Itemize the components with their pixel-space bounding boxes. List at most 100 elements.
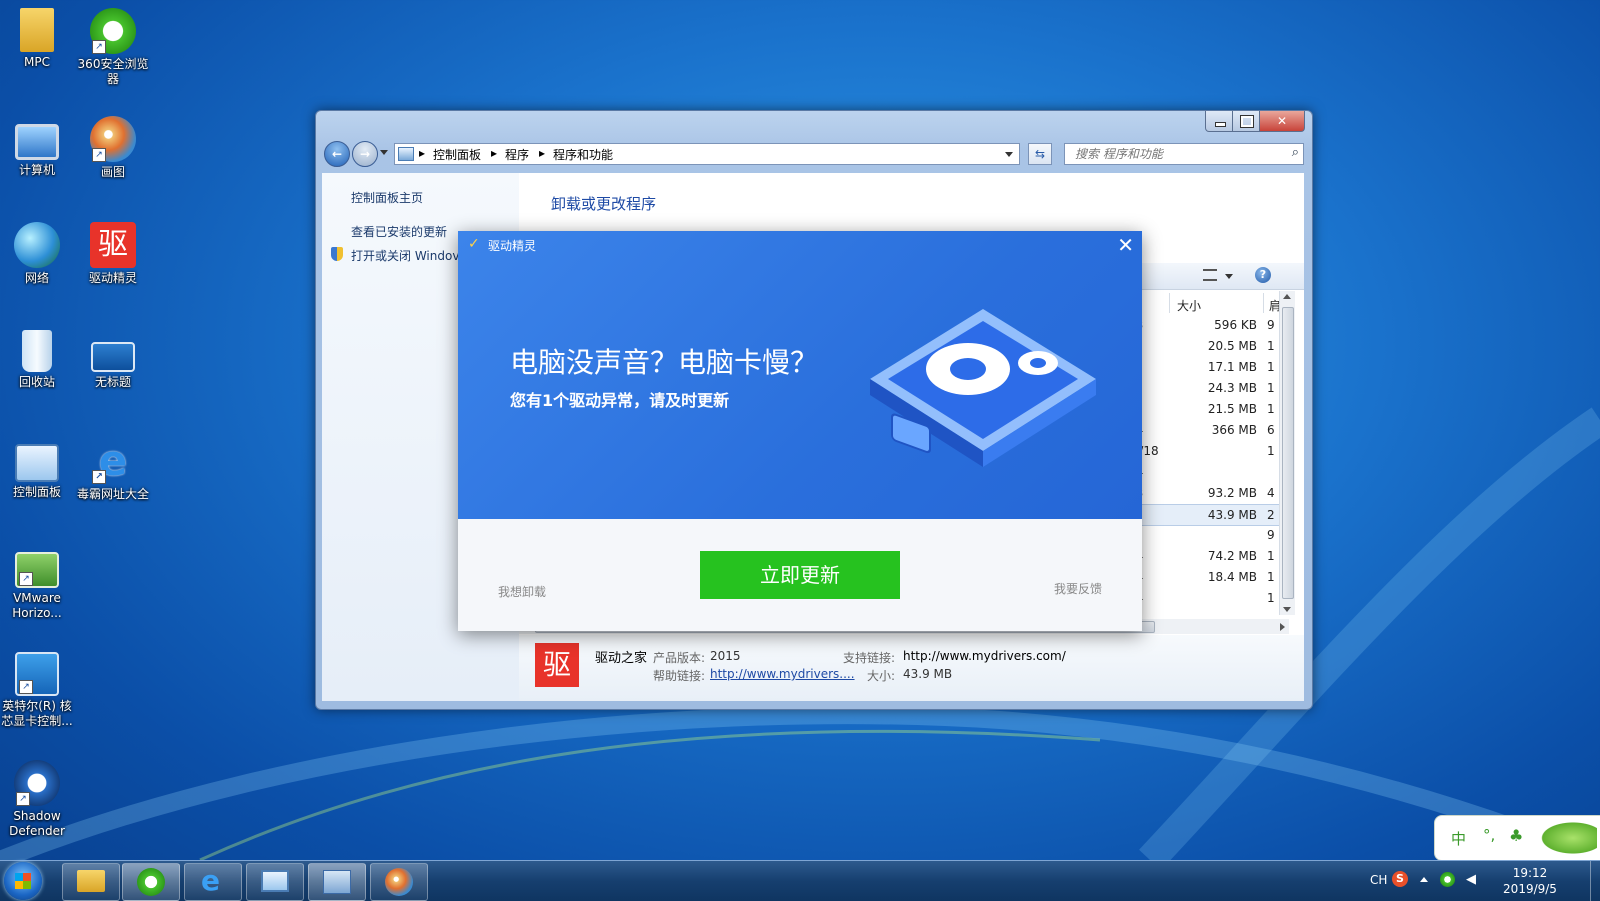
- desktop-icon-duba-nav[interactable]: e ↗ 毒霸网址大全: [76, 438, 150, 502]
- remote-desktop-icon: [91, 342, 135, 372]
- desktop-icon-control-panel[interactable]: 控制面板: [0, 438, 74, 500]
- desktop-icon-label: 无标题: [94, 375, 131, 389]
- control-panel-home-link[interactable]: 控制面板主页: [351, 189, 423, 206]
- back-button[interactable]: ←: [324, 141, 350, 167]
- windows-features-link[interactable]: 打开或关闭 Windov: [351, 247, 459, 264]
- scroll-down-icon[interactable]: [1283, 607, 1291, 612]
- desktop-icon-shadow-defender[interactable]: ↗ Shadow Defender: [0, 760, 74, 839]
- language-indicator[interactable]: CH: [1370, 873, 1387, 887]
- sogou-ime-icon[interactable]: S: [1392, 871, 1408, 887]
- view-options-icon[interactable]: [1203, 269, 1217, 281]
- ie-icon: e: [201, 864, 220, 897]
- size-cell: 366 MB: [1211, 423, 1257, 437]
- popup-headline: 电脑没声音？电脑卡慢？: [510, 346, 819, 379]
- close-icon: ✕: [1276, 114, 1288, 128]
- minimize-button[interactable]: [1205, 111, 1233, 132]
- breadcrumb-programs[interactable]: 程序: [505, 146, 529, 163]
- support-link-label: 支持链接:: [843, 651, 896, 665]
- breadcrumb-control-panel[interactable]: 控制面板: [433, 146, 481, 163]
- column-divider: [1263, 293, 1264, 313]
- maximize-icon: [1240, 115, 1254, 128]
- recycle-bin-icon: [22, 330, 52, 372]
- forward-arrow-icon: →: [359, 147, 371, 161]
- volume-icon[interactable]: ◀: [1466, 872, 1476, 887]
- search-icon[interactable]: ⌕: [1292, 145, 1299, 160]
- show-desktop-button[interactable]: [1590, 861, 1600, 901]
- address-dropdown-icon[interactable]: [1005, 152, 1013, 157]
- desktop-icon-label: 网络: [24, 271, 49, 285]
- search-box[interactable]: ⌕: [1064, 143, 1304, 165]
- desktop-icon-vmware[interactable]: ↗ VMware Horizo...: [0, 544, 74, 621]
- taskbar-explorer[interactable]: [62, 863, 120, 901]
- scroll-thumb[interactable]: [1282, 307, 1294, 599]
- version-cell: 1: [1267, 570, 1275, 584]
- ime-mode-chinese[interactable]: 中: [1451, 828, 1466, 849]
- help-button[interactable]: ?: [1255, 267, 1271, 283]
- history-dropdown-icon[interactable]: [380, 150, 388, 155]
- shadow-defender-icon: ↗: [14, 760, 60, 806]
- clock-time: 19:12: [1512, 866, 1548, 880]
- paint-palette-icon: ↗: [90, 116, 136, 162]
- ime-skin-icon[interactable]: ♣: [1509, 826, 1523, 845]
- desktop-icon-recycle-bin[interactable]: 回收站: [0, 330, 74, 390]
- forward-button[interactable]: →: [352, 141, 378, 167]
- close-window-button[interactable]: ✕: [1259, 111, 1305, 132]
- desktop-icon-label: 驱动精灵: [88, 271, 137, 285]
- size-cell: 21.5 MB: [1207, 402, 1257, 416]
- search-input[interactable]: [1073, 146, 1277, 162]
- size-cell: 93.2 MB: [1207, 486, 1257, 500]
- desktop-icon-label: 英特尔(R) 核芯显卡控制...: [1, 699, 73, 728]
- desktop-icon-paint[interactable]: ↗ 画图: [76, 116, 150, 180]
- desktop-icon-360-browser[interactable]: ↗ 360安全浏览器: [76, 8, 150, 87]
- vertical-scrollbar[interactable]: [1279, 291, 1295, 615]
- address-bar[interactable]: ▸ 控制面板 ▸ 程序 ▸ 程序和功能: [394, 143, 1020, 165]
- taskbar-ie[interactable]: e: [184, 863, 242, 901]
- size-cell: 17.1 MB: [1207, 360, 1257, 374]
- refresh-button[interactable]: ⇆: [1028, 143, 1052, 165]
- start-button[interactable]: [4, 862, 42, 900]
- popup-banner: ✓ 驱动精灵 ✕ 电脑没声音？电脑卡慢？ 您有1个驱动异常，请及时更新: [458, 231, 1142, 519]
- breadcrumb-programs-features[interactable]: 程序和功能: [553, 146, 613, 163]
- taskbar-programs-features[interactable]: [308, 863, 366, 901]
- tray-360-icon[interactable]: [1440, 872, 1455, 887]
- control-panel-icon: [15, 444, 59, 482]
- ime-toolbar[interactable]: 中 °, ♣: [1434, 815, 1600, 861]
- view-dropdown-icon[interactable]: [1225, 274, 1233, 279]
- desktop-icon-network[interactable]: 网络: [0, 222, 74, 286]
- version-cell: 4: [1267, 486, 1275, 500]
- version-cell: 1: [1267, 549, 1275, 563]
- paint-palette-icon: [385, 868, 413, 896]
- view-installed-updates-link[interactable]: 查看已安装的更新: [351, 223, 447, 240]
- help-link[interactable]: http://www.mydrivers....: [710, 667, 855, 681]
- maximize-button[interactable]: [1232, 111, 1260, 132]
- taskbar-paint[interactable]: [370, 863, 428, 901]
- desktop-icon-driver-genius[interactable]: 驱 驱动精灵: [76, 222, 150, 286]
- desktop-icon-computer[interactable]: 计算机: [0, 116, 74, 178]
- scroll-right-icon[interactable]: [1280, 623, 1285, 631]
- ime-punctuation[interactable]: °,: [1483, 826, 1495, 844]
- desktop-icon-untitled[interactable]: 无标题: [76, 330, 150, 390]
- clock[interactable]: 19:12 2019/9/5: [1480, 865, 1580, 897]
- control-panel-icon: [261, 870, 289, 892]
- uninstall-link[interactable]: 我想卸载: [498, 583, 546, 600]
- computer-icon: [15, 124, 59, 160]
- taskbar-control-panel[interactable]: [246, 863, 304, 901]
- feedback-link[interactable]: 我要反馈: [1054, 580, 1102, 597]
- scroll-up-icon[interactable]: [1283, 294, 1291, 299]
- support-link[interactable]: http://www.mydrivers.com/: [903, 649, 1066, 663]
- taskbar-360-browser[interactable]: [122, 863, 180, 901]
- popup-title: 驱动精灵: [488, 239, 537, 253]
- size-cell: 20.5 MB: [1207, 339, 1257, 353]
- desktop-icon-intel-graphics[interactable]: ↗ 英特尔(R) 核芯显卡控制...: [0, 652, 74, 729]
- desktop-icon-mpc[interactable]: MPC: [0, 8, 74, 70]
- browser-360-icon: ↗: [90, 8, 136, 54]
- leaf-decoration-icon: [1537, 820, 1597, 856]
- popup-close-button[interactable]: ✕: [1117, 235, 1134, 255]
- gear-chip-illustration: [870, 309, 1096, 467]
- column-header-size[interactable]: 大小: [1177, 297, 1201, 314]
- update-now-button[interactable]: 立即更新: [700, 551, 900, 599]
- windows-logo-icon: [15, 873, 31, 889]
- show-hidden-icons[interactable]: [1420, 877, 1428, 882]
- size-value: 43.9 MB: [903, 667, 953, 681]
- version-cell: 1: [1267, 591, 1275, 605]
